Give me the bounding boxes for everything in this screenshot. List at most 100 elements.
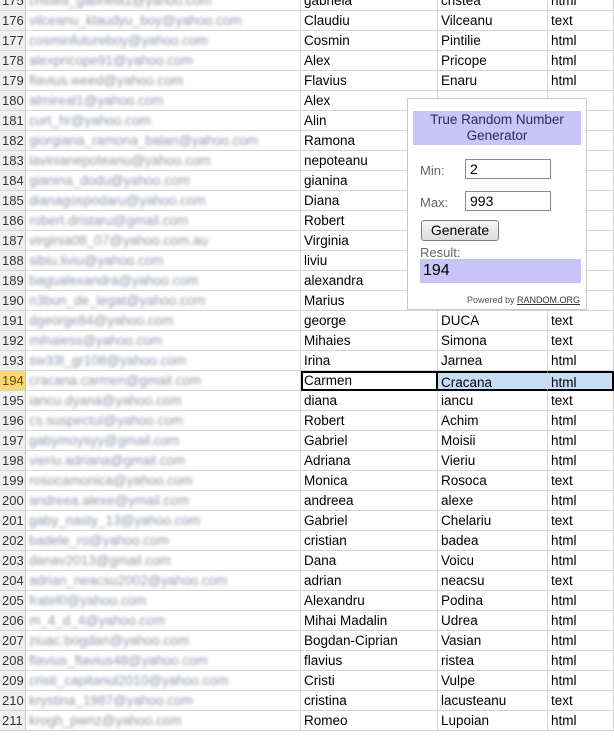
first-name-cell[interactable]: Bogdan-Ciprian xyxy=(301,631,438,651)
email-cell[interactable]: sw33t_gr108@yahoo.com xyxy=(26,351,301,371)
first-name-cell[interactable]: cristian xyxy=(301,531,438,551)
first-name-cell[interactable]: Flavius xyxy=(301,71,438,91)
format-cell[interactable]: text xyxy=(548,311,614,331)
format-cell[interactable]: html xyxy=(548,31,614,51)
email-cell[interactable]: vieriu.adriana@gmail.com xyxy=(26,451,301,471)
email-cell[interactable]: ziuac.bogdan@yahoo.com xyxy=(26,631,301,651)
email-cell[interactable]: cristea_gabriela1@yahoo.com xyxy=(26,0,301,11)
first-name-cell[interactable]: Romeo xyxy=(301,711,438,731)
first-name-cell[interactable]: Irina xyxy=(301,351,438,371)
last-name-cell[interactable]: ristea xyxy=(438,651,548,671)
table-row[interactable]: 193 sw33t_gr108@yahoo.com Irina Jarnea html xyxy=(0,351,614,371)
last-name-cell[interactable]: alexe xyxy=(438,491,548,511)
table-row[interactable]: 208 flavius_flavius48@yahoo.com flavius ris… xyxy=(0,651,614,671)
email-cell[interactable]: alexpricope91@yahoo.com xyxy=(26,51,301,71)
last-name-cell[interactable]: cristea xyxy=(438,0,548,11)
last-name-cell[interactable]: Vulpe xyxy=(438,671,548,691)
last-name-cell[interactable]: lacusteanu xyxy=(438,691,548,711)
format-cell[interactable]: html xyxy=(548,351,614,371)
last-name-cell[interactable]: Enaru xyxy=(438,71,548,91)
table-row[interactable]: 177 cosminfutureboy@yahoo.com Cosmin Pintil… xyxy=(0,31,614,51)
format-cell[interactable]: html xyxy=(548,491,614,511)
first-name-cell[interactable]: Mihaies xyxy=(301,331,438,351)
email-cell[interactable]: gabymoysyy@gmail.com xyxy=(26,431,301,451)
format-cell[interactable]: text xyxy=(548,571,614,591)
first-name-cell[interactable]: Robert xyxy=(301,411,438,431)
format-cell[interactable]: html xyxy=(548,51,614,71)
first-name-cell[interactable]: andreea xyxy=(301,491,438,511)
table-row[interactable]: 209 cristi_capitanul2010@yahoo.com Cristi V… xyxy=(0,671,614,691)
format-cell[interactable]: html xyxy=(548,411,614,431)
table-row[interactable]: 207 ziuac.bogdan@yahoo.com Bogdan-Ciprian V… xyxy=(0,631,614,651)
last-name-cell[interactable]: Voicu xyxy=(438,551,548,571)
last-name-cell[interactable]: Lupoian xyxy=(438,711,548,731)
last-name-cell[interactable]: Pintilie xyxy=(438,31,548,51)
email-cell[interactable]: danav2013@gmail.com xyxy=(26,551,301,571)
format-cell[interactable]: text xyxy=(548,391,614,411)
format-cell[interactable]: html xyxy=(548,451,614,471)
format-cell[interactable]: html xyxy=(548,531,614,551)
format-cell[interactable]: html xyxy=(548,371,614,391)
email-cell[interactable]: almireal1@yahoo.com xyxy=(26,91,301,111)
table-row[interactable]: 192 mihaiess@yahoo.com Mihaies Simona text xyxy=(0,331,614,351)
last-name-cell[interactable]: Podina xyxy=(438,591,548,611)
last-name-cell[interactable]: DUCA xyxy=(438,311,548,331)
last-name-cell[interactable]: Cracana xyxy=(438,371,548,391)
email-cell[interactable]: dgeorge84@yahoo.com xyxy=(26,311,301,331)
format-cell[interactable]: html xyxy=(548,631,614,651)
first-name-cell[interactable]: flavius xyxy=(301,651,438,671)
email-cell[interactable]: cs.suspectul@yahoo.com xyxy=(26,411,301,431)
email-cell[interactable]: krystina_1987@yahoo.com xyxy=(26,691,301,711)
first-name-cell[interactable]: Alexandru xyxy=(301,591,438,611)
email-cell[interactable]: dianagospodaru@yahoo.com xyxy=(26,191,301,211)
email-cell[interactable]: lavinianepoteanu@yahoo.com xyxy=(26,151,301,171)
email-cell[interactable]: adrian_neacsu2002@yahoo.com xyxy=(26,571,301,591)
format-cell[interactable]: html xyxy=(548,551,614,571)
last-name-cell[interactable]: Udrea xyxy=(438,611,548,631)
last-name-cell[interactable]: Chelariu xyxy=(438,511,548,531)
format-cell[interactable]: text xyxy=(548,471,614,491)
last-name-cell[interactable]: neacsu xyxy=(438,571,548,591)
first-name-cell[interactable]: Gabriel xyxy=(301,511,438,531)
first-name-cell[interactable]: Alex xyxy=(301,51,438,71)
table-row[interactable]: 200 andreea.alexe@ymail.com andreea alexe ht… xyxy=(0,491,614,511)
table-row[interactable]: 178 alexpricope91@yahoo.com Alex Pricope htm… xyxy=(0,51,614,71)
table-row[interactable]: 205 fratel0@yahoo.com Alexandru Podina html xyxy=(0,591,614,611)
table-row[interactable]: 197 gabymoysyy@gmail.com Gabriel Moisii html xyxy=(0,431,614,451)
random-org-link[interactable]: RANDOM.ORG xyxy=(517,295,580,305)
email-cell[interactable]: bagualexandra@yahoo.com xyxy=(26,271,301,291)
email-cell[interactable]: sibiu.liviu@yahoo.com xyxy=(26,251,301,271)
table-row[interactable]: 202 badele_ro@yahoo.com cristian badea html xyxy=(0,531,614,551)
table-row[interactable]: 201 gaby_nasty_13@yahoo.com Gabriel Chelari… xyxy=(0,511,614,531)
format-cell[interactable]: text xyxy=(548,11,614,31)
email-cell[interactable]: gianina_dodu@yahoo.com xyxy=(26,171,301,191)
first-name-cell[interactable]: Adriana xyxy=(301,451,438,471)
email-cell[interactable]: flavius_flavius48@yahoo.com xyxy=(26,651,301,671)
email-cell[interactable]: n3bun_de_legat@yahoo.com xyxy=(26,291,301,311)
last-name-cell[interactable]: Achim xyxy=(438,411,548,431)
table-row[interactable]: 195 iancu.dyana@yahoo.com diana iancu text xyxy=(0,391,614,411)
first-name-cell[interactable]: diana xyxy=(301,391,438,411)
last-name-cell[interactable]: Rosoca xyxy=(438,471,548,491)
format-cell[interactable]: html xyxy=(548,671,614,691)
email-cell[interactable]: cosminfutureboy@yahoo.com xyxy=(26,31,301,51)
first-name-cell[interactable]: gabriela xyxy=(301,0,438,11)
email-cell[interactable]: gaby_nasty_13@yahoo.com xyxy=(26,511,301,531)
first-name-cell[interactable]: Carmen xyxy=(301,371,438,391)
email-cell[interactable]: badele_ro@yahoo.com xyxy=(26,531,301,551)
max-input[interactable]: 993 xyxy=(465,191,551,211)
first-name-cell[interactable]: george xyxy=(301,311,438,331)
last-name-cell[interactable]: Pricope xyxy=(438,51,548,71)
table-row[interactable]: 176 vilceanu_klaudyu_boy@yahoo.com Claudiu… xyxy=(0,11,614,31)
email-cell[interactable]: curt_hr@yahoo.com xyxy=(26,111,301,131)
table-row[interactable]: 196 cs.suspectul@yahoo.com Robert Achim html xyxy=(0,411,614,431)
first-name-cell[interactable]: adrian xyxy=(301,571,438,591)
email-cell[interactable]: robert.dristaru@gmail.com xyxy=(26,211,301,231)
last-name-cell[interactable]: Vilceanu xyxy=(438,11,548,31)
table-row[interactable]: 194 cracana.carmen@gmail.com Carmen Cracana… xyxy=(0,371,614,391)
last-name-cell[interactable]: Jarnea xyxy=(438,351,548,371)
first-name-cell[interactable]: Claudiu xyxy=(301,11,438,31)
first-name-cell[interactable]: Cristi xyxy=(301,671,438,691)
email-cell[interactable]: m_4_d_4@yahoo.com xyxy=(26,611,301,631)
first-name-cell[interactable]: Gabriel xyxy=(301,431,438,451)
